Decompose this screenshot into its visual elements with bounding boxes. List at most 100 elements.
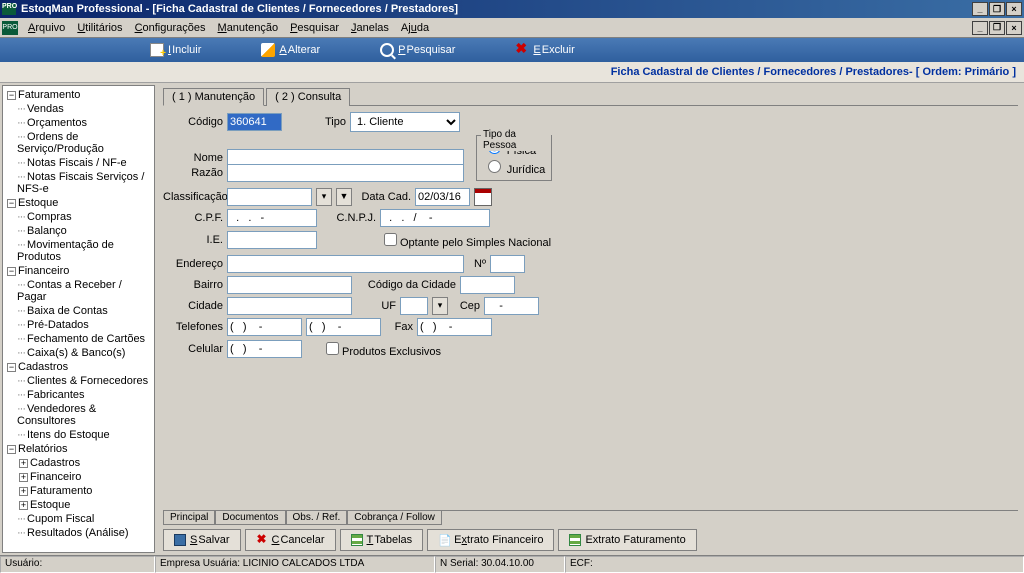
tree-item[interactable]: Clientes & Fornecedores bbox=[17, 374, 152, 388]
tabelas-button[interactable]: TTabelas bbox=[340, 529, 424, 551]
tab-consulta[interactable]: ( 2 ) Consulta bbox=[266, 88, 350, 106]
mdi-close-button[interactable]: × bbox=[1006, 21, 1022, 35]
numero-input[interactable] bbox=[490, 255, 525, 273]
tree-item[interactable]: Fechamento de Cartões bbox=[17, 332, 152, 346]
classificacao-lookup-button[interactable]: ▼ bbox=[336, 188, 352, 206]
mdi-minimize-button[interactable]: _ bbox=[972, 21, 988, 35]
tree-item[interactable]: Orçamentos bbox=[17, 116, 152, 130]
tree-group[interactable]: −Relatórios bbox=[5, 442, 152, 456]
menu-arquivo[interactable]: Arquivo bbox=[22, 20, 71, 36]
classificacao-input[interactable] bbox=[227, 188, 312, 206]
tree-item[interactable]: Balanço bbox=[17, 224, 152, 238]
menu-manutencao[interactable]: Manutenção bbox=[212, 20, 285, 36]
tree-item[interactable]: Vendedores & Consultores bbox=[17, 402, 152, 428]
document-icon bbox=[569, 534, 581, 546]
menu-ajuda[interactable]: Ajuda bbox=[395, 20, 435, 36]
minimize-button[interactable]: _ bbox=[972, 2, 988, 16]
codigo-input[interactable] bbox=[227, 113, 282, 131]
maximize-button[interactable]: ❐ bbox=[989, 2, 1005, 16]
main-toolbar: IIncluir AAlterar PPesquisar ✖EExcluir bbox=[0, 38, 1024, 62]
datacad-input[interactable] bbox=[415, 188, 470, 206]
tree-item[interactable]: +Estoque bbox=[17, 498, 152, 512]
expand-icon[interactable]: + bbox=[19, 487, 28, 496]
menu-janelas[interactable]: Janelas bbox=[345, 20, 395, 36]
endereco-input[interactable] bbox=[227, 255, 464, 273]
tree-item[interactable]: Ordens de Serviço/Produção bbox=[17, 130, 152, 156]
cidade-input[interactable] bbox=[227, 297, 352, 315]
tree-item[interactable]: Caixa(s) & Banco(s) bbox=[17, 346, 152, 360]
navigation-tree[interactable]: −FaturamentoVendasOrçamentosOrdens de Se… bbox=[2, 85, 155, 553]
tree-group[interactable]: −Financeiro bbox=[5, 264, 152, 278]
tree-item[interactable]: Cupom Fiscal bbox=[17, 512, 152, 526]
status-serial: N Serial: 30.04.10.00 bbox=[435, 556, 565, 573]
status-ecf: ECF: bbox=[565, 556, 1024, 573]
produtos-exclusivos-checkbox[interactable]: Produtos Exclusivos bbox=[322, 339, 441, 358]
extrato-financeiro-button[interactable]: 📄Extrato Financeiro bbox=[427, 529, 554, 551]
tree-item[interactable]: Compras bbox=[17, 210, 152, 224]
cnpj-input[interactable] bbox=[380, 209, 490, 227]
tree-item[interactable]: Pré-Datados bbox=[17, 318, 152, 332]
bairro-input[interactable] bbox=[227, 276, 352, 294]
pesquisar-button[interactable]: PPesquisar bbox=[380, 43, 455, 57]
page-title-banner: Ficha Cadastral de Clientes / Fornecedor… bbox=[0, 62, 1024, 83]
tree-item[interactable]: +Faturamento bbox=[17, 484, 152, 498]
tree-item[interactable]: +Financeiro bbox=[17, 470, 152, 484]
tree-group[interactable]: −Estoque bbox=[5, 196, 152, 210]
excluir-button[interactable]: ✖EExcluir bbox=[515, 43, 574, 57]
tree-item[interactable]: Notas Fiscais Serviços / NFS-e bbox=[17, 170, 152, 196]
close-button[interactable]: × bbox=[1006, 2, 1022, 16]
expand-icon[interactable]: + bbox=[19, 459, 28, 468]
collapse-icon[interactable]: − bbox=[7, 445, 16, 454]
cancelar-button[interactable]: ✖CCancelar bbox=[245, 529, 336, 551]
tree-item[interactable]: +Cadastros bbox=[17, 456, 152, 470]
codcidade-input[interactable] bbox=[460, 276, 515, 294]
tipo-select[interactable]: 1. Cliente bbox=[350, 112, 460, 132]
detail-tab[interactable]: Principal bbox=[163, 511, 215, 525]
salvar-button[interactable]: SSalvar bbox=[163, 529, 241, 551]
telefone1-input[interactable] bbox=[227, 318, 302, 336]
razao-input[interactable] bbox=[227, 164, 464, 182]
tree-item[interactable]: Itens do Estoque bbox=[17, 428, 152, 442]
tree-group[interactable]: −Faturamento bbox=[5, 88, 152, 102]
uf-dropdown-button[interactable]: ▾ bbox=[432, 297, 448, 315]
detail-tab[interactable]: Documentos bbox=[215, 511, 285, 525]
uf-input[interactable] bbox=[400, 297, 428, 315]
collapse-icon[interactable]: − bbox=[7, 199, 16, 208]
tree-item[interactable]: Baixa de Contas bbox=[17, 304, 152, 318]
menu-pesquisar[interactable]: Pesquisar bbox=[284, 20, 345, 36]
tree-item[interactable]: Contas a Receber / Pagar bbox=[17, 278, 152, 304]
detail-tab[interactable]: Obs. / Ref. bbox=[286, 511, 348, 525]
collapse-icon[interactable]: − bbox=[7, 267, 16, 276]
classificacao-dropdown-button[interactable]: ▾ bbox=[316, 188, 332, 206]
optante-simples-checkbox[interactable]: Optante pelo Simples Nacional bbox=[380, 230, 551, 249]
detail-tab[interactable]: Cobrança / Follow bbox=[347, 511, 442, 525]
radio-juridica[interactable]: Jurídica bbox=[483, 157, 545, 176]
calendar-icon[interactable] bbox=[474, 188, 492, 206]
ie-input[interactable] bbox=[227, 231, 317, 249]
telefone2-input[interactable] bbox=[306, 318, 381, 336]
label-codcidade: Código da Cidade bbox=[356, 279, 456, 291]
collapse-icon[interactable]: − bbox=[7, 91, 16, 100]
expand-icon[interactable]: + bbox=[19, 473, 28, 482]
menu-utilitarios[interactable]: Utilitários bbox=[71, 20, 128, 36]
tree-item[interactable]: Movimentação de Produtos bbox=[17, 238, 152, 264]
alterar-button[interactable]: AAlterar bbox=[261, 43, 320, 57]
action-buttons: SSalvar ✖CCancelar TTabelas 📄Extrato Fin… bbox=[163, 525, 1018, 553]
collapse-icon[interactable]: − bbox=[7, 363, 16, 372]
cep-input[interactable] bbox=[484, 297, 539, 315]
tree-item[interactable]: Fabricantes bbox=[17, 388, 152, 402]
tree-item[interactable]: Resultados (Análise) bbox=[17, 526, 152, 540]
cpf-input[interactable] bbox=[227, 209, 317, 227]
menu-configuracoes[interactable]: Configurações bbox=[129, 20, 212, 36]
expand-icon[interactable]: + bbox=[19, 501, 28, 510]
celular-input[interactable] bbox=[227, 340, 302, 358]
incluir-button[interactable]: IIncluir bbox=[150, 43, 201, 57]
mdi-restore-button[interactable]: ❐ bbox=[989, 21, 1005, 35]
tree-item[interactable]: Notas Fiscais / NF-e bbox=[17, 156, 152, 170]
tree-group[interactable]: −Cadastros bbox=[5, 360, 152, 374]
label-ie: I.E. bbox=[163, 234, 223, 246]
fax-input[interactable] bbox=[417, 318, 492, 336]
extrato-faturamento-button[interactable]: Extrato Faturamento bbox=[558, 529, 696, 551]
tree-item[interactable]: Vendas bbox=[17, 102, 152, 116]
tab-manutencao[interactable]: ( 1 ) Manutenção bbox=[163, 88, 264, 106]
